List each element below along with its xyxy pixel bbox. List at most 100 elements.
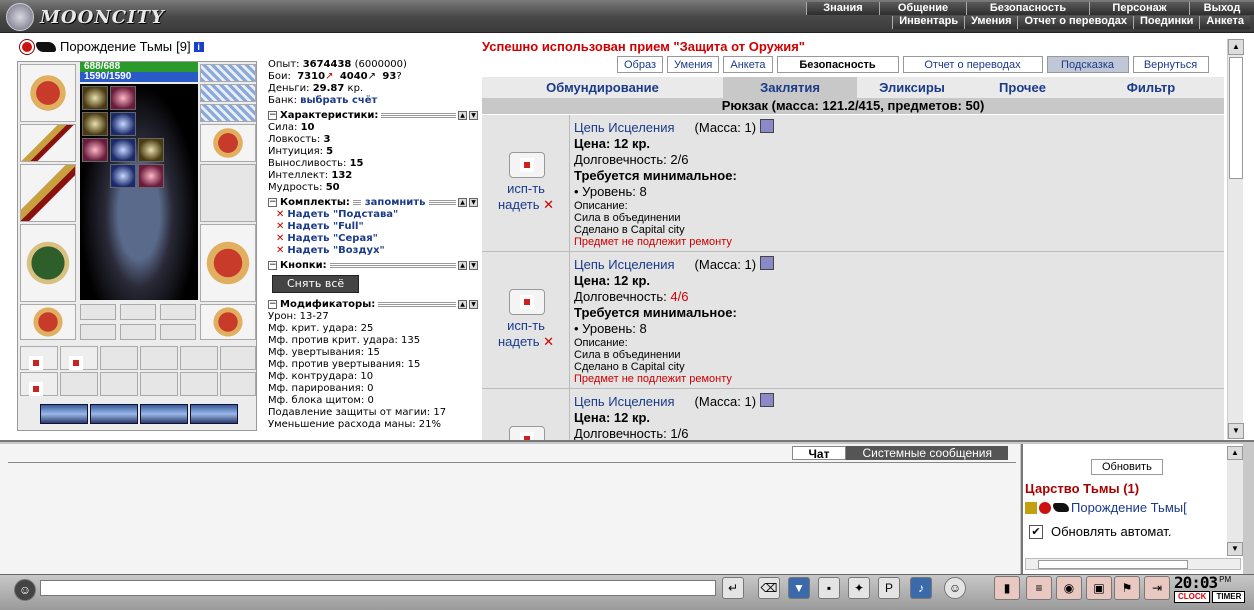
slot-rune-2[interactable] xyxy=(138,138,164,162)
slot-belt[interactable] xyxy=(20,304,76,340)
scroll-up-icon[interactable]: ▲ xyxy=(1228,39,1244,55)
translit-icon[interactable]: P xyxy=(878,577,900,599)
eraser-icon[interactable]: ⌫ xyxy=(758,577,780,599)
online-scrollbar[interactable]: ▲ ▼ xyxy=(1227,446,1243,556)
save-icon[interactable]: ▪ xyxy=(818,577,840,599)
collapse-icon[interactable]: − xyxy=(268,198,277,207)
slot-ring-1[interactable] xyxy=(82,112,108,136)
delete-icon[interactable]: ✕ xyxy=(276,245,284,256)
slot-armor[interactable] xyxy=(20,224,76,302)
chest-icon[interactable]: ▣ xyxy=(1086,576,1112,600)
slot-belt-9[interactable] xyxy=(100,372,138,396)
slot-necklace[interactable] xyxy=(200,84,256,102)
menu-security[interactable]: Безопасность xyxy=(966,2,1089,15)
fight-icon[interactable]: ✦ xyxy=(848,577,870,599)
image-button[interactable]: Образ xyxy=(617,56,664,73)
delete-icon[interactable]: ✕ xyxy=(543,197,554,212)
item-name[interactable]: Цепь Исцеления xyxy=(574,257,675,272)
inventory-scrollbar[interactable]: ▲ ▼ xyxy=(1227,39,1244,439)
exit-icon[interactable]: ⇥ xyxy=(1144,576,1170,600)
move-up-icon[interactable]: ▲ xyxy=(458,261,467,270)
item-name[interactable]: Цепь Исцеления xyxy=(574,120,675,135)
online-user-name[interactable]: Порождение Тьмы[ xyxy=(1071,500,1187,515)
kit-item[interactable]: ✕ Надеть "Воздух" xyxy=(268,245,478,257)
item-name[interactable]: Цепь Исцеления xyxy=(574,394,675,409)
slot-ring-3[interactable] xyxy=(82,138,108,162)
slot-rune-empty-4[interactable] xyxy=(80,324,116,340)
scroll-icon[interactable]: ≡ xyxy=(1026,576,1052,600)
clan-icon[interactable] xyxy=(36,41,56,52)
kit-item[interactable]: ✕ Надеть "Подстава" xyxy=(268,209,478,221)
delete-icon[interactable]: ✕ xyxy=(276,209,284,220)
submenu-fights[interactable]: Поединки xyxy=(1133,16,1200,29)
effect-icon-1[interactable] xyxy=(40,404,88,424)
slot-amulet[interactable] xyxy=(110,86,136,110)
kit-item[interactable]: ✕ Надеть "Full" xyxy=(268,221,478,233)
scroll-item-icon[interactable] xyxy=(509,152,545,178)
slot-rune[interactable] xyxy=(110,138,136,162)
effect-icon-4[interactable] xyxy=(190,404,238,424)
collapse-icon[interactable]: − xyxy=(268,261,277,270)
slot-belt-11[interactable] xyxy=(180,372,218,396)
horizontal-scrollbar[interactable] xyxy=(1025,558,1241,570)
timer-tag[interactable]: TIMER xyxy=(1212,591,1246,603)
move-up-icon[interactable]: ▲ xyxy=(458,198,467,207)
chat-input[interactable] xyxy=(40,580,716,596)
collapse-icon[interactable]: − xyxy=(268,111,277,120)
bottle-icon[interactable]: ▮ xyxy=(994,576,1020,600)
slot-belt-10[interactable] xyxy=(140,372,178,396)
alignment-icon[interactable] xyxy=(20,39,34,54)
slot-belt-scroll-2[interactable] xyxy=(60,346,98,370)
menu-knowledge[interactable]: Знания xyxy=(806,2,879,15)
slot-weapon[interactable] xyxy=(20,164,76,222)
hint-button[interactable]: Подсказка xyxy=(1046,56,1129,73)
scroll-down-icon[interactable]: ▼ xyxy=(1228,423,1244,439)
security-button[interactable]: Безопасность xyxy=(776,56,899,73)
scroll-thumb[interactable] xyxy=(1038,560,1188,569)
scroll-down-icon[interactable]: ▼ xyxy=(1227,542,1243,556)
submenu-skills[interactable]: Умения xyxy=(964,16,1018,29)
slot-belt-4[interactable] xyxy=(140,346,178,370)
send-icon[interactable]: ↵ xyxy=(722,577,744,599)
slot-belt-5[interactable] xyxy=(180,346,218,370)
delete-icon[interactable]: ✕ xyxy=(543,334,554,349)
use-link[interactable]: исп-ть xyxy=(482,181,570,196)
collapse-icon[interactable]: − xyxy=(268,300,277,309)
slot-chain[interactable] xyxy=(200,64,256,82)
bank-select-link[interactable]: выбрать счёт xyxy=(300,95,377,106)
submenu-transfers[interactable]: Отчет о переводах xyxy=(1017,16,1134,29)
transfers-report-button[interactable]: Отчет о переводах xyxy=(902,56,1043,73)
tab-spells[interactable]: Заклятия xyxy=(723,77,857,98)
music-icon[interactable]: ♪ xyxy=(910,577,932,599)
profile-button[interactable]: Анкета xyxy=(723,56,773,73)
private-message-icon[interactable] xyxy=(1025,501,1037,514)
slot-scroll-effect-2[interactable] xyxy=(138,164,164,188)
slot-belt-scroll-1[interactable] xyxy=(20,346,58,370)
tab-other[interactable]: Прочее xyxy=(967,77,1078,98)
clock-tag[interactable]: CLOCK xyxy=(1174,591,1211,603)
slot-belt-3[interactable] xyxy=(100,346,138,370)
info-icon[interactable]: i xyxy=(193,41,204,52)
refresh-button[interactable]: Обновить xyxy=(1091,459,1163,475)
slot-ring-right[interactable] xyxy=(200,104,256,122)
slot-belt-12[interactable] xyxy=(220,372,256,396)
flag-icon[interactable]: ⚑ xyxy=(1114,576,1140,600)
slot-shield[interactable] xyxy=(200,164,256,222)
tab-system-messages[interactable]: Системные сообщения xyxy=(846,446,1008,460)
slot-bracer[interactable] xyxy=(20,124,76,162)
slot-belt-8[interactable] xyxy=(60,372,98,396)
move-down-icon[interactable]: ▼ xyxy=(469,111,478,120)
skills-button[interactable]: Умения xyxy=(667,56,720,73)
smile-menu-icon[interactable]: ☺ xyxy=(14,579,36,601)
tab-equipment[interactable]: Обмундирование xyxy=(482,77,723,98)
move-down-icon[interactable]: ▼ xyxy=(469,300,478,309)
move-up-icon[interactable]: ▲ xyxy=(458,300,467,309)
effect-icon-3[interactable] xyxy=(140,404,188,424)
move-down-icon[interactable]: ▼ xyxy=(469,261,478,270)
kit-item[interactable]: ✕ Надеть "Серая" xyxy=(268,233,478,245)
menu-character[interactable]: Персонаж xyxy=(1089,2,1189,15)
tab-elixirs[interactable]: Эликсиры xyxy=(857,77,967,98)
auto-refresh[interactable]: ✔ Обновлять автомат. xyxy=(1029,524,1171,539)
tab-chat[interactable]: Чат xyxy=(791,446,847,461)
menu-exit[interactable]: Выход xyxy=(1189,2,1254,15)
